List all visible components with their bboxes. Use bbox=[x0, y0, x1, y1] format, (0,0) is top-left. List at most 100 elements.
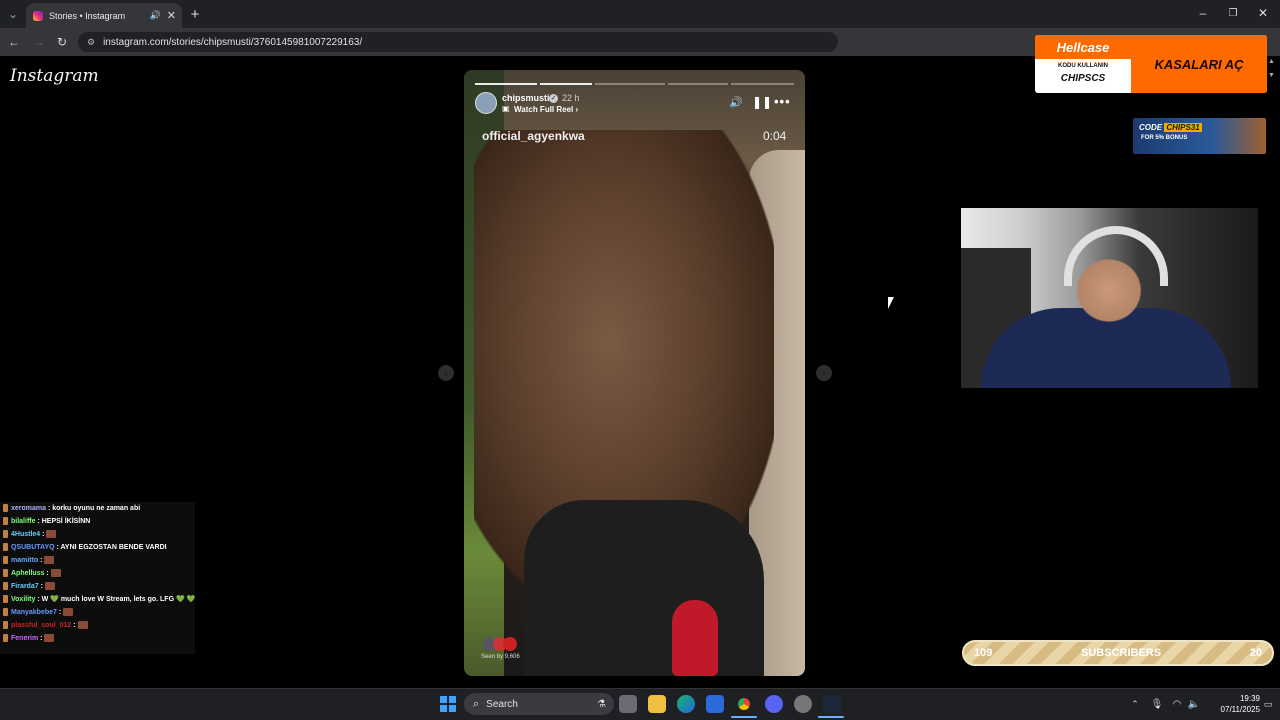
chat-emote-icon bbox=[44, 556, 55, 565]
webcam-headset bbox=[1064, 226, 1168, 286]
chat-badge-icon bbox=[3, 530, 8, 539]
wifi-icon[interactable]: ◠ bbox=[1170, 697, 1184, 711]
video-overlay-time: 0:04 bbox=[763, 129, 787, 143]
chat-emote-icon bbox=[50, 569, 61, 578]
close-window-icon[interactable]: ✕ bbox=[1255, 5, 1271, 21]
code-bonus-ad-banner[interactable]: CODE CHIPS31 FOR 5% BONUS bbox=[1133, 118, 1266, 154]
hellcase-code-line: KODU KULLANIN bbox=[1058, 63, 1108, 69]
file-explorer-icon[interactable] bbox=[648, 695, 666, 713]
tab-title: Stories • Instagram bbox=[49, 10, 126, 21]
url-text: instagram.com/stories/chipsmusti/3760145… bbox=[103, 36, 363, 48]
tab-search-chevron-icon[interactable]: ⌄ bbox=[4, 6, 22, 22]
previous-story-icon[interactable]: ‹ bbox=[438, 365, 454, 381]
chat-username[interactable]: Fenerim bbox=[11, 635, 38, 642]
hellcase-cta: KASALARI AÇ bbox=[1131, 35, 1267, 93]
clock-time: 19:39 bbox=[1239, 694, 1260, 703]
chat-message: : bbox=[44, 570, 51, 577]
video-overlay-username: official_agyenkwa bbox=[482, 129, 585, 143]
search-highlight-icon: ⚗ bbox=[597, 698, 606, 710]
pause-icon[interactable]: ❚❚ bbox=[752, 95, 772, 109]
steam-icon[interactable] bbox=[823, 695, 841, 713]
microphone-icon[interactable]: 🎙 bbox=[1150, 697, 1164, 711]
taskbar-search[interactable]: ⌕ Search ⚗ bbox=[464, 693, 614, 715]
chat-line: Fenerim : bbox=[3, 632, 195, 645]
chat-message: : HEPSİ İKİSİNN bbox=[35, 518, 91, 525]
chat-badge-icon bbox=[3, 608, 8, 617]
chat-line: plassful_soul_012 : bbox=[3, 619, 195, 632]
chat-badge-icon bbox=[3, 621, 8, 630]
start-tile bbox=[440, 705, 447, 712]
windows-start-icon[interactable] bbox=[440, 696, 456, 712]
start-tile bbox=[449, 705, 456, 712]
chat-message: : W 💚 much love W Stream, lets go. LFG 💚… bbox=[35, 596, 195, 603]
chat-username[interactable]: bilaliffe bbox=[11, 518, 36, 525]
story-username[interactable]: chipsmusti bbox=[502, 93, 550, 103]
story-video-shirt bbox=[524, 500, 764, 676]
chat-badge-icon bbox=[3, 556, 8, 565]
chrome-icon[interactable] bbox=[735, 695, 753, 713]
viewer-avatar bbox=[503, 637, 517, 651]
tab-strip: ⌄ Stories • Instagram 🔊 ✕ + – ❐ ✕ bbox=[0, 0, 1280, 28]
chat-emote-icon bbox=[63, 608, 74, 617]
back-arrow-icon[interactable]: ← bbox=[6, 34, 22, 50]
app-icon[interactable] bbox=[794, 695, 812, 713]
tab-instagram-stories[interactable]: Stories • Instagram 🔊 ✕ bbox=[26, 3, 182, 28]
subscribers-current: 109 bbox=[974, 647, 993, 659]
chat-message: : AYNI EGZOSTAN BENDE VARDI bbox=[54, 544, 167, 551]
watch-full-reel-link[interactable]: Watch Full Reel › bbox=[514, 105, 578, 114]
chat-username[interactable]: Manyakbebe7 bbox=[11, 609, 57, 616]
story-progress-segment bbox=[595, 83, 665, 85]
hellcase-brand-text: Hellcase bbox=[1056, 39, 1110, 55]
chat-message: : bbox=[38, 583, 45, 590]
next-story-icon[interactable]: › bbox=[816, 365, 832, 381]
minimize-icon[interactable]: – bbox=[1195, 5, 1211, 21]
chat-line: bilaliffe : HEPSİ İKİSİNN bbox=[3, 515, 195, 528]
clock-date: 07/11/2025 bbox=[1220, 705, 1260, 714]
seen-by-count[interactable]: Seen by 9,606 bbox=[481, 654, 520, 660]
address-bar[interactable]: ⚙ instagram.com/stories/chipsmusti/37601… bbox=[78, 32, 838, 52]
show-hidden-icons-icon[interactable]: ⌃ bbox=[1128, 697, 1142, 711]
site-info-icon[interactable]: ⚙ bbox=[87, 37, 95, 48]
speaker-icon[interactable]: 🔈 bbox=[1187, 697, 1201, 711]
search-icon: ⌕ bbox=[473, 697, 480, 710]
chat-username[interactable]: QSUBUTAYQ bbox=[11, 544, 55, 551]
chat-line: QSUBUTAYQ : AYNI EGZOSTAN BENDE VARDI bbox=[3, 541, 195, 554]
instagram-logo[interactable]: Instagram bbox=[10, 66, 99, 86]
chat-badge-icon bbox=[3, 634, 8, 643]
story-timestamp: 22 h bbox=[562, 93, 580, 103]
chat-emote-icon bbox=[77, 621, 88, 630]
chat-username[interactable]: xeromama bbox=[11, 505, 46, 512]
edge-browser-icon[interactable] bbox=[677, 695, 695, 713]
story-progress-segment bbox=[668, 83, 728, 85]
discord-icon[interactable] bbox=[765, 695, 783, 713]
more-options-icon[interactable]: ••• bbox=[774, 94, 791, 109]
notifications-icon[interactable]: ▭ bbox=[1262, 697, 1274, 711]
start-tile bbox=[440, 696, 447, 703]
volume-icon[interactable]: 🔊 bbox=[729, 96, 743, 109]
hellcase-ad-banner[interactable]: Hellcase KODU KULLANIN CHIPSCS KASALARI … bbox=[1035, 35, 1267, 93]
chat-username[interactable]: Aphelluss bbox=[11, 570, 44, 577]
taskbar-search-label: Search bbox=[486, 698, 518, 710]
viewer-avatars[interactable] bbox=[483, 637, 517, 651]
tab-audio-icon[interactable]: 🔊 bbox=[150, 10, 161, 21]
new-tab-icon[interactable]: + bbox=[186, 5, 204, 23]
chat-username[interactable]: Firarda7 bbox=[11, 583, 39, 590]
story-viewer[interactable] bbox=[464, 70, 805, 676]
chat-username[interactable]: plassful_soul_012 bbox=[11, 622, 71, 629]
microsoft-store-icon[interactable] bbox=[706, 695, 724, 713]
instagram-favicon-icon bbox=[33, 10, 43, 21]
reload-icon[interactable]: ↻ bbox=[54, 34, 70, 50]
chat-username[interactable]: 4Hustle4 bbox=[11, 531, 40, 538]
chat-badge-icon bbox=[3, 504, 8, 513]
chat-username[interactable]: Voxility bbox=[11, 596, 35, 603]
tab-close-icon[interactable]: ✕ bbox=[167, 9, 176, 22]
task-view-icon[interactable] bbox=[619, 695, 637, 713]
restore-icon[interactable]: ❐ bbox=[1225, 5, 1241, 21]
chat-emote-icon bbox=[44, 582, 55, 591]
chat-line: Aphelluss : bbox=[3, 567, 195, 580]
forward-arrow-icon[interactable]: → bbox=[31, 34, 47, 50]
taskbar-clock[interactable]: 19:39 07/11/2025 bbox=[1200, 693, 1260, 715]
story-progress-segment bbox=[731, 83, 794, 85]
chat-username[interactable]: mamitto bbox=[11, 557, 38, 564]
story-avatar[interactable] bbox=[475, 92, 497, 114]
